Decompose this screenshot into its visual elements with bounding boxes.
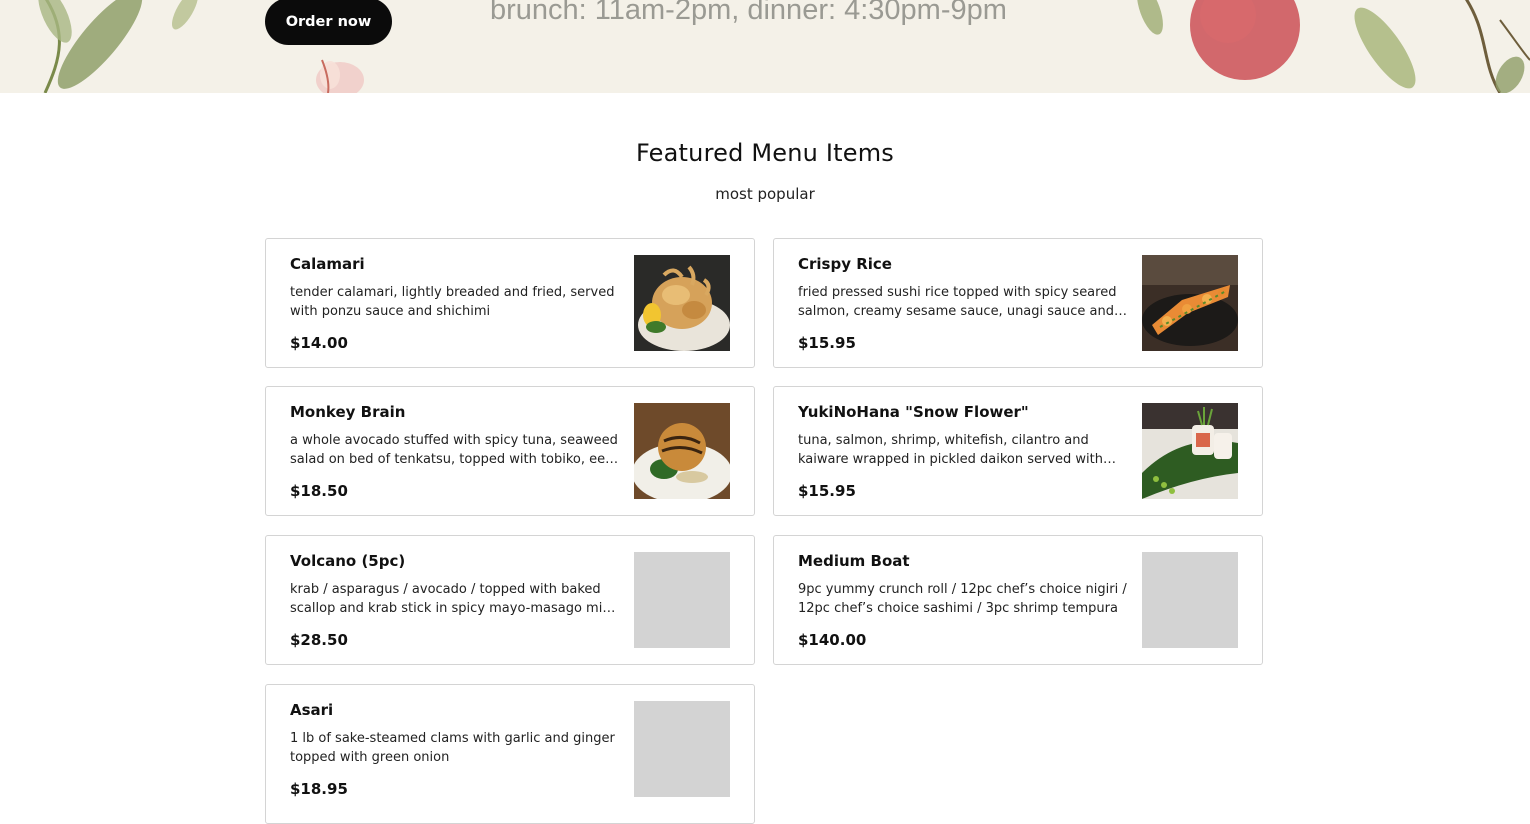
- menu-item-name: YukiNoHana "Snow Flower": [798, 403, 1029, 421]
- menu-item-description: tuna, salmon, shrimp, whitefish, cilantr…: [798, 433, 1104, 467]
- menu-item-price: $18.50: [290, 482, 348, 500]
- menu-item-name: Volcano (5pc): [290, 552, 406, 570]
- menu-item-name: Calamari: [290, 255, 365, 273]
- crispy-rice-photo: [1142, 255, 1238, 351]
- image-placeholder: [634, 701, 730, 797]
- menu-item-name: Medium Boat: [798, 552, 910, 570]
- menu-item-description: 9pc yummy crunch roll / 12pc chef’s choi…: [798, 582, 1127, 616]
- menu-item-card[interactable]: Medium Boat 9pc yummy crunch roll / 12pc…: [773, 535, 1263, 665]
- menu-item-price: $15.95: [798, 482, 856, 500]
- menu-item-price: $28.50: [290, 631, 348, 649]
- image-placeholder: [1142, 552, 1238, 648]
- hours-text: brunch: 11am-2pm, dinner: 4:30pm-9pm: [490, 0, 1007, 26]
- section-title: Featured Menu Items: [635, 139, 894, 167]
- menu-item-price: $140.00: [798, 631, 867, 649]
- menu-item-name: Asari: [290, 701, 334, 719]
- menu-item-description: krab / asparagus / avocado / topped with…: [290, 582, 615, 616]
- menu-item-price: $15.95: [798, 334, 856, 352]
- menu-item-description: fried pressed sushi rice topped with spi…: [798, 285, 1117, 319]
- menu-item-name: Monkey Brain: [290, 403, 406, 421]
- menu-item-description: a whole avocado stuffed with spicy tuna,…: [290, 433, 618, 467]
- menu-item-card[interactable]: Calamari tender calamari, lightly breade…: [265, 238, 755, 368]
- menu-item-description: tender calamari, lightly breaded and fri…: [290, 285, 615, 319]
- menu-item-card[interactable]: Crispy Rice fried pressed sushi rice top…: [773, 238, 1263, 368]
- menu-item-price: $18.95: [290, 780, 348, 798]
- menu-item-card[interactable]: Asari 1 lb of sake-steamed clams with ga…: [265, 684, 755, 824]
- menu-item-card[interactable]: YukiNoHana "Snow Flower" tuna, salmon, s…: [773, 386, 1263, 516]
- order-now-button[interactable]: Order now: [265, 0, 392, 45]
- menu-item-card[interactable]: Monkey Brain a whole avocado stuffed wit…: [265, 386, 755, 516]
- snow-flower-photo: [1142, 403, 1238, 499]
- calamari-photo: [634, 255, 730, 351]
- menu-item-name: Crispy Rice: [798, 255, 892, 273]
- menu-item-price: $14.00: [290, 334, 348, 352]
- monkey-brain-photo: [634, 403, 730, 499]
- hero-banner: Order now brunch: 11am-2pm, dinner: 4:30…: [0, 0, 1530, 93]
- menu-item-description: 1 lb of sake-steamed clams with garlic a…: [290, 731, 615, 765]
- image-placeholder: [634, 552, 730, 648]
- menu-item-card[interactable]: Volcano (5pc) krab / asparagus / avocado…: [265, 535, 755, 665]
- section-subtitle: most popular: [715, 185, 815, 203]
